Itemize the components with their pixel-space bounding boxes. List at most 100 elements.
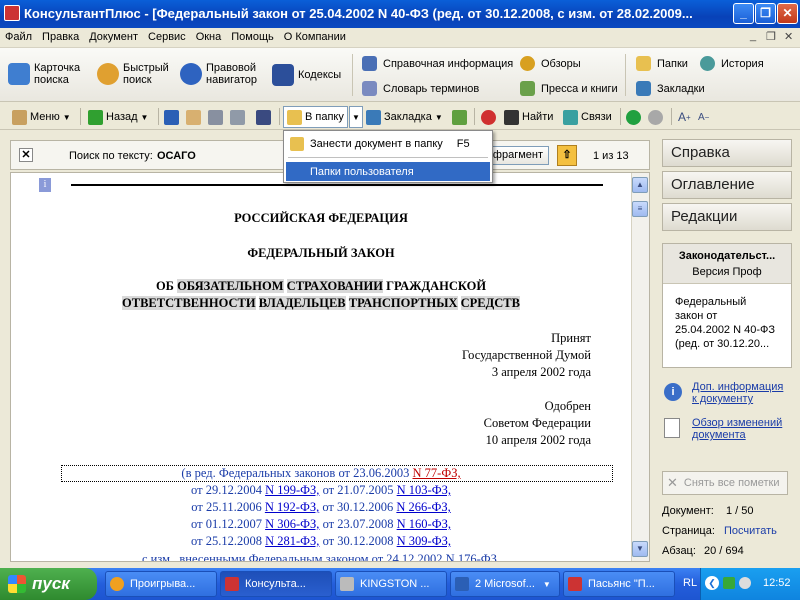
folder-icon xyxy=(636,56,651,71)
paragraph-label: Абзац: xyxy=(662,545,696,557)
codes-button[interactable]: Кодексы xyxy=(272,64,341,86)
menu-document[interactable]: Документ xyxy=(84,28,143,46)
title-word-highlighted: ВЛАДЕЛЬЦЕВ xyxy=(258,296,346,310)
task-word[interactable]: 2 Microsof... ▼ xyxy=(450,571,560,597)
law-link[interactable]: N 192-ФЗ, xyxy=(265,500,319,514)
close-search-button[interactable]: ✕ xyxy=(19,148,33,162)
toolbar-divider xyxy=(625,54,626,96)
changes-review-link[interactable]: Обзор изменений документа xyxy=(692,417,782,441)
print-button[interactable] xyxy=(208,107,226,127)
law-link[interactable]: N 306-ФЗ, xyxy=(265,517,319,531)
mdi-close-button[interactable]: ✕ xyxy=(784,30,793,43)
toolbar-separator xyxy=(474,108,475,125)
quick-search-button[interactable]: Быстрый поиск xyxy=(97,62,169,86)
prev-match-button[interactable]: ⇧ xyxy=(557,145,577,166)
clock[interactable]: 12:52 xyxy=(763,577,791,589)
menu-windows[interactable]: Окна xyxy=(191,28,227,46)
mdi-restore-button[interactable]: ❐ xyxy=(766,30,776,43)
search-card-button[interactable]: Карточка поиска xyxy=(8,62,80,86)
links-button[interactable]: Связи xyxy=(563,107,612,127)
additional-info-link[interactable]: Доп. информация к документу xyxy=(692,381,783,405)
print-preview-button[interactable] xyxy=(230,107,248,127)
tray-expand-icon[interactable]: ❮ xyxy=(705,576,719,590)
law-link[interactable]: N 281-ФЗ, xyxy=(265,534,319,548)
chevron-down-icon: ▼ xyxy=(352,112,360,122)
maximize-button[interactable]: ❐ xyxy=(755,3,776,24)
task-media-player[interactable]: Проигрыва... xyxy=(105,571,217,597)
press-books-button[interactable]: Пресса и книги xyxy=(520,81,618,96)
next-button[interactable] xyxy=(626,107,644,127)
count-pages-link[interactable]: Посчитать xyxy=(724,525,777,537)
find-button[interactable]: Найти xyxy=(504,107,553,127)
clear-marks-button[interactable] xyxy=(481,107,499,127)
scroll-thumb[interactable]: ≡ xyxy=(632,201,648,217)
minimize-button[interactable]: _ xyxy=(733,3,754,24)
reference-info-button[interactable]: Справочная информация xyxy=(362,56,513,71)
user-folders-item[interactable]: Папки пользователя xyxy=(286,162,490,181)
window-title: КонсультантПлюс - [Федеральный закон от … xyxy=(24,6,693,21)
law-link[interactable]: N 309-ФЗ, xyxy=(397,534,451,548)
menu-help[interactable]: Помощь xyxy=(226,28,279,46)
history-button[interactable]: История xyxy=(700,56,764,71)
legal-navigator-button[interactable]: Правовой навигатор xyxy=(180,62,257,86)
scroll-down-button[interactable]: ▼ xyxy=(632,541,648,557)
law-link[interactable]: N 77-ФЗ, xyxy=(413,466,461,480)
add-to-folder-item[interactable]: Занести документ в папку F5 xyxy=(286,135,490,153)
chevron-down-icon: ▼ xyxy=(62,112,71,122)
language-indicator[interactable]: RL xyxy=(683,577,697,589)
law-link[interactable]: N 160-ФЗ, xyxy=(397,517,451,531)
task-consultant[interactable]: Консульта... xyxy=(220,571,332,597)
tab-editions[interactable]: Редакции xyxy=(662,203,792,231)
system-tray: RL ❮ 12:52 xyxy=(683,568,800,600)
eraser-icon: ✕ xyxy=(667,475,678,490)
previous-button[interactable] xyxy=(648,107,666,127)
save-button[interactable] xyxy=(256,107,274,127)
history-icon xyxy=(700,56,715,71)
security-icon[interactable] xyxy=(739,577,751,589)
to-folder-dropdown-button[interactable]: ▼ xyxy=(349,106,363,128)
no-mark-icon xyxy=(481,109,496,125)
zoom-out-button[interactable]: A − xyxy=(698,107,709,127)
law-link[interactable]: N 199-ФЗ, xyxy=(265,483,319,497)
back-button[interactable]: Назад ▼ xyxy=(88,107,148,127)
tab-contents[interactable]: Оглавление xyxy=(662,171,792,199)
fragment-button[interactable]: фрагмент xyxy=(489,146,549,165)
folders-button[interactable]: Папки xyxy=(636,56,688,71)
menu-file[interactable]: Файл xyxy=(0,28,37,46)
bookmark-button[interactable]: Закладка ▼ xyxy=(366,107,443,127)
info-marker-icon[interactable]: i xyxy=(39,178,51,192)
law-link[interactable]: N 103-ФЗ, xyxy=(397,483,451,497)
task-label: Проигрыва... xyxy=(130,578,196,590)
to-folder-button[interactable]: В папку xyxy=(283,106,348,128)
match-counter: 1 из 13 xyxy=(593,150,629,162)
tab-reference[interactable]: Справка xyxy=(662,139,792,167)
menu-service[interactable]: Сервис xyxy=(143,28,191,46)
reviews-button[interactable]: Обзоры xyxy=(520,56,581,71)
export-word-button[interactable] xyxy=(164,107,182,127)
close-button[interactable]: ✕ xyxy=(777,3,798,24)
word-icon xyxy=(164,109,179,125)
bookmarks-button[interactable]: Закладки xyxy=(636,81,705,96)
word-icon xyxy=(455,577,469,591)
toolbar-separator xyxy=(158,108,159,125)
task-solitaire[interactable]: Пасьянс "П... xyxy=(563,571,675,597)
menu-dropdown-button[interactable]: Меню ▼ xyxy=(12,107,71,127)
vertical-scrollbar[interactable]: ▲ ≡ ▼ xyxy=(631,173,649,561)
to-folder-label: В папку xyxy=(305,111,344,123)
scroll-up-button[interactable]: ▲ xyxy=(632,177,648,193)
zoom-in-button[interactable]: A + xyxy=(678,107,691,127)
send-button[interactable] xyxy=(186,107,204,127)
law-link[interactable]: N 266-ФЗ, xyxy=(396,500,450,514)
edition-text: от 30.12.2006 xyxy=(322,500,394,514)
edit-note-button[interactable] xyxy=(452,107,470,127)
menu-about[interactable]: О Компании xyxy=(279,28,351,46)
printer-icon xyxy=(208,109,223,125)
network-icon[interactable] xyxy=(723,577,735,589)
search-card-label-2: поиска xyxy=(34,74,69,86)
mdi-minimize-button[interactable]: _ xyxy=(750,30,756,42)
task-kingston[interactable]: KINGSTON ... xyxy=(335,571,447,597)
term-dictionary-button[interactable]: Словарь терминов xyxy=(362,81,479,96)
clear-all-marks-button[interactable]: ✕ Снять все пометки xyxy=(662,471,788,495)
start-button[interactable]: пуск xyxy=(0,568,97,600)
menu-edit[interactable]: Правка xyxy=(37,28,84,46)
